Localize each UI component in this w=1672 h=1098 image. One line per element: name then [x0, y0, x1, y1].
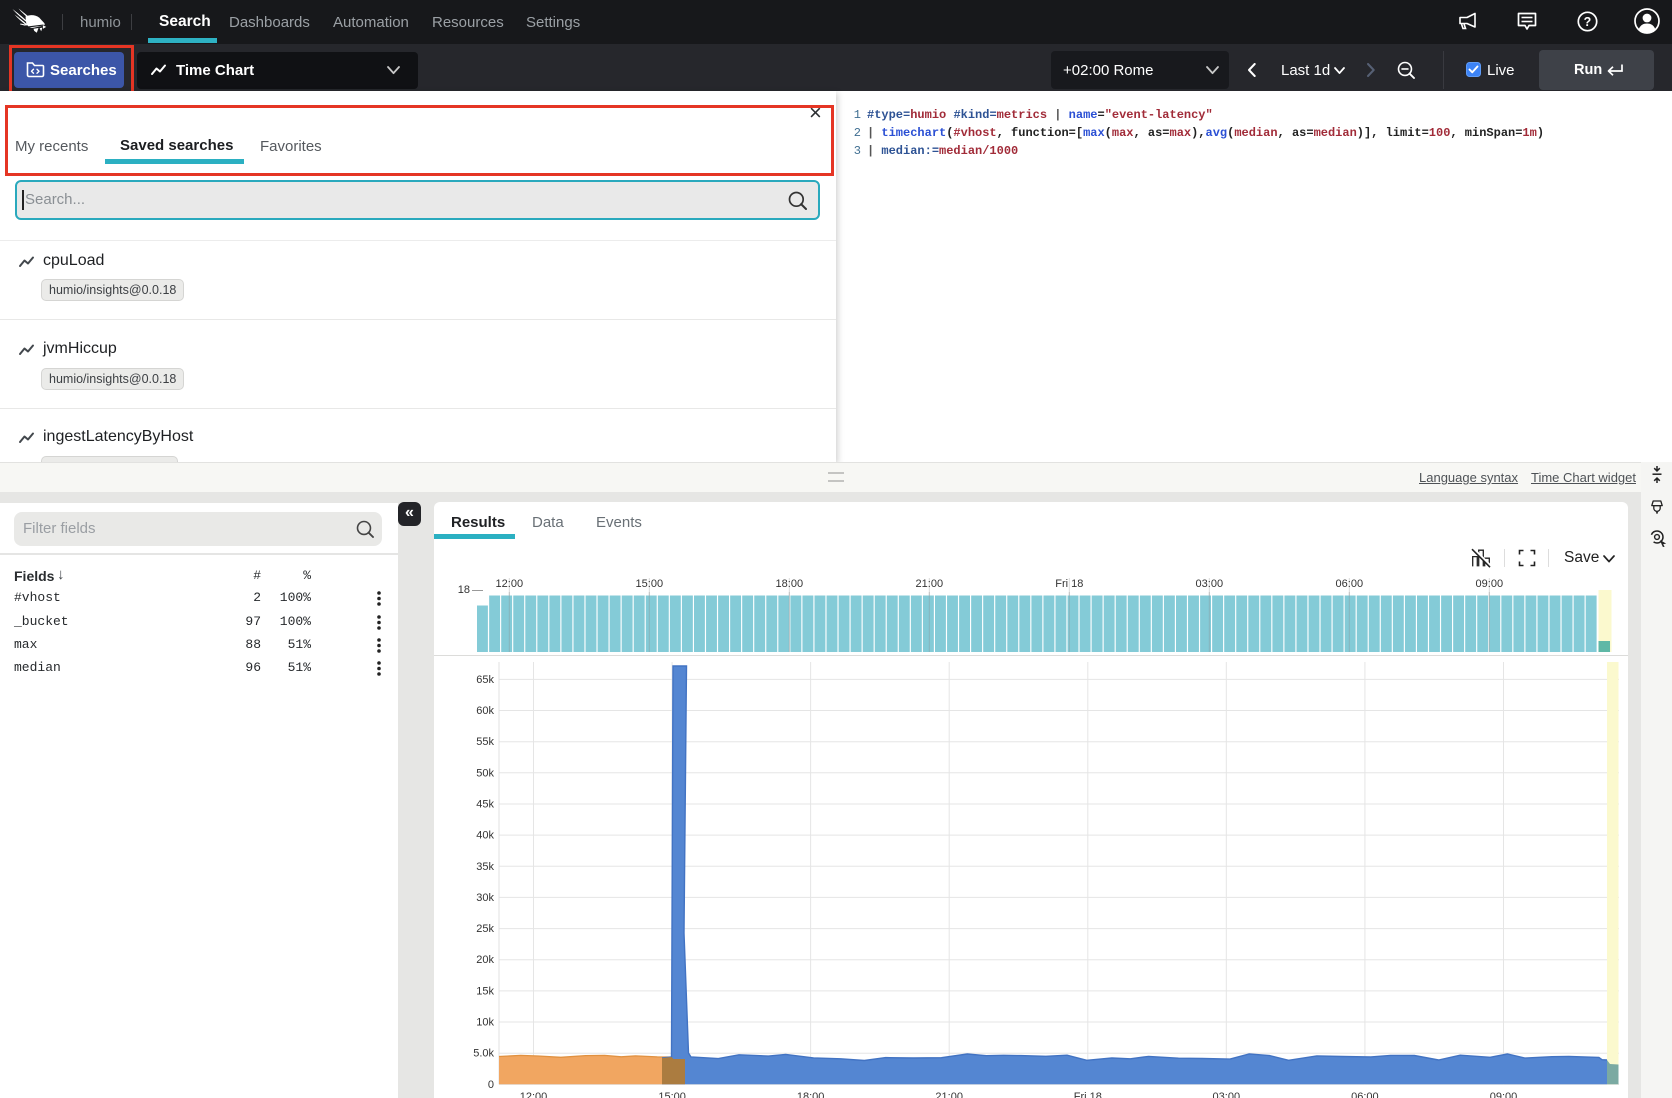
- svg-text:15k: 15k: [476, 985, 494, 997]
- svg-text:18:00: 18:00: [797, 1091, 825, 1098]
- svg-text:40k: 40k: [476, 830, 494, 842]
- svg-text:06:00: 06:00: [1336, 578, 1364, 590]
- svg-text:55k: 55k: [476, 736, 494, 748]
- svg-text:45k: 45k: [476, 799, 494, 811]
- svg-text:?: ?: [1584, 15, 1592, 29]
- svg-text:12:00: 12:00: [496, 578, 524, 590]
- svg-text:60k: 60k: [476, 705, 494, 717]
- svg-text:21:00: 21:00: [935, 1091, 963, 1098]
- svg-text:25k: 25k: [476, 923, 494, 935]
- svg-text:18:00: 18:00: [776, 578, 804, 590]
- svg-text:09:00: 09:00: [1490, 1091, 1518, 1098]
- svg-text:30k: 30k: [476, 892, 494, 904]
- svg-text:Fri 18: Fri 18: [1055, 578, 1083, 590]
- svg-text:21:00: 21:00: [916, 578, 944, 590]
- svg-text:18: 18: [458, 584, 470, 596]
- svg-text:03:00: 03:00: [1213, 1091, 1241, 1098]
- svg-text:5.0k: 5.0k: [473, 1048, 494, 1060]
- svg-text:09:00: 09:00: [1476, 578, 1504, 590]
- svg-text:65k: 65k: [476, 674, 494, 686]
- svg-text:Fri 18: Fri 18: [1074, 1091, 1102, 1098]
- svg-text:0: 0: [488, 1079, 494, 1091]
- svg-text:50k: 50k: [476, 767, 494, 779]
- svg-text:15:00: 15:00: [658, 1091, 686, 1098]
- svg-text:20k: 20k: [476, 954, 494, 966]
- svg-text:06:00: 06:00: [1351, 1091, 1379, 1098]
- svg-text:12:00: 12:00: [520, 1091, 548, 1098]
- svg-text:03:00: 03:00: [1196, 578, 1224, 590]
- svg-text:15:00: 15:00: [636, 578, 664, 590]
- svg-text:10k: 10k: [476, 1017, 494, 1029]
- svg-text:35k: 35k: [476, 861, 494, 873]
